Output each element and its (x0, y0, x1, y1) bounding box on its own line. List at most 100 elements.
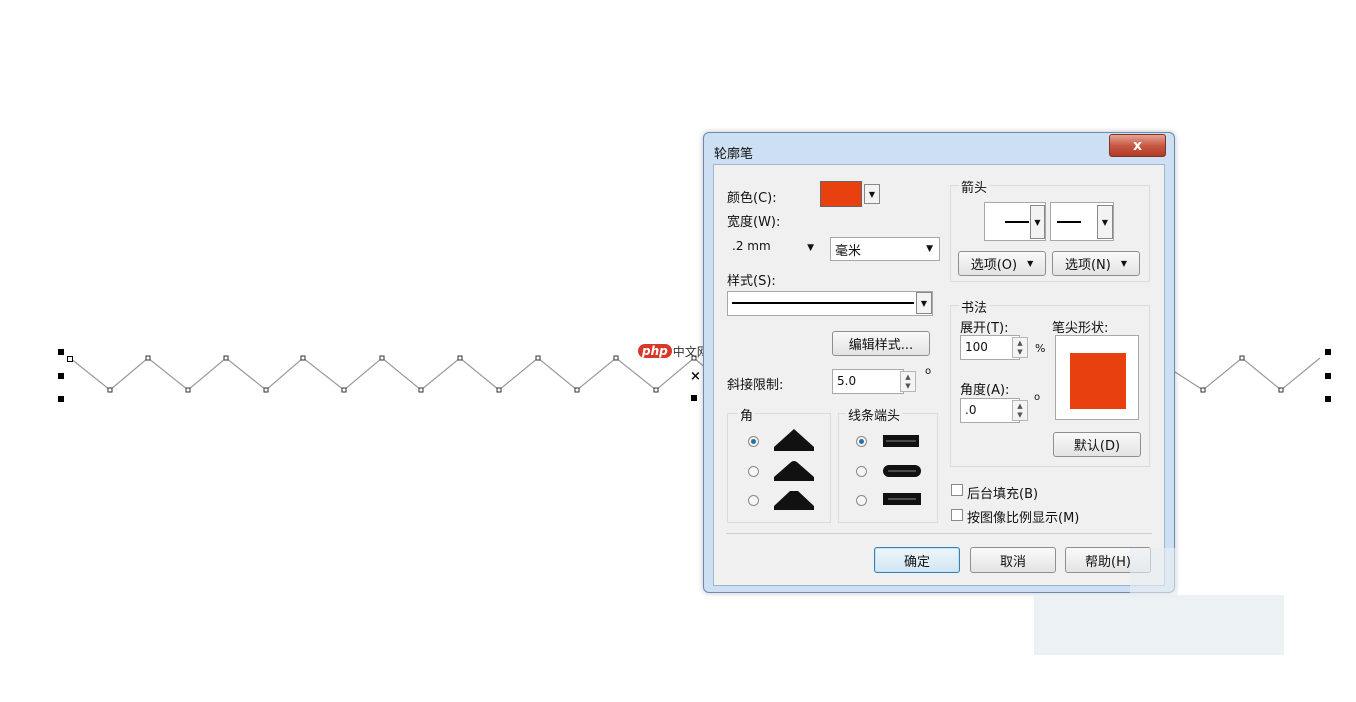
close-button[interactable]: x (1109, 134, 1166, 157)
watermark-logo: php (638, 344, 672, 358)
chevron-down-icon: ▼ (1120, 259, 1128, 268)
selection-handle-top-right[interactable] (1325, 349, 1331, 355)
cap-round-radio[interactable] (856, 466, 867, 477)
node-marker[interactable] (300, 355, 306, 361)
start-arrow-options-button[interactable]: 选项(O) ▼ (958, 251, 1046, 276)
color-swatch (820, 181, 862, 207)
node-marker[interactable] (185, 387, 191, 393)
nib-shape-label: 笔尖形状: (1052, 321, 1109, 336)
stretch-spinner[interactable]: ▲ ▼ (1012, 337, 1028, 358)
degree-symbol: o (925, 366, 932, 377)
butt-cap-icon (883, 435, 919, 447)
line-caps-group-label: 线条端头 (846, 405, 903, 424)
node-marker[interactable] (223, 355, 229, 361)
miter-limit-input[interactable]: 5.0 (832, 369, 904, 394)
dialog-title: 轮廓笔 (714, 147, 754, 162)
node-marker[interactable] (341, 387, 347, 393)
node-marker[interactable] (263, 387, 269, 393)
node-marker[interactable] (653, 387, 659, 393)
selection-handle-bottom-right[interactable] (1325, 396, 1331, 402)
selection-handle-bottom-center[interactable] (691, 395, 697, 401)
miter-spinner[interactable]: ▲ ▼ (900, 371, 916, 392)
line-style-select[interactable] (727, 291, 933, 316)
blur-artifact-small (1130, 548, 1178, 598)
start-node-marker[interactable] (67, 356, 73, 362)
node-marker[interactable] (496, 387, 502, 393)
end-arrow-preview (1057, 221, 1081, 223)
angle-degree-symbol: o (1034, 392, 1041, 403)
corners-group-label: 角 (738, 405, 756, 424)
node-marker[interactable] (418, 387, 424, 393)
behind-fill-checkbox[interactable] (951, 484, 963, 496)
corner-miter-radio[interactable] (748, 436, 759, 447)
cancel-button[interactable]: 取消 (970, 547, 1056, 573)
width-label: 宽度(W): (727, 215, 781, 230)
round-corner-icon (774, 461, 814, 481)
cap-square-radio[interactable] (856, 495, 867, 506)
chevron-down-icon: ▼ (1027, 259, 1034, 268)
bevel-corner-icon (774, 491, 814, 510)
color-label: 颜色(C): (727, 191, 777, 206)
ok-button[interactable]: 确定 (874, 547, 960, 573)
selection-handle-bottom-left[interactable] (58, 396, 64, 402)
start-arrow-dropdown-button[interactable]: ▼ (1030, 205, 1045, 239)
selection-handle-middle-right[interactable] (1325, 373, 1331, 379)
close-icon: x (1132, 137, 1143, 154)
button-row-separator (726, 533, 1152, 534)
scale-with-image-label: 按图像比例显示(M) (967, 511, 1080, 526)
zigzag-line-right (1171, 357, 1321, 391)
node-marker[interactable] (613, 355, 619, 361)
dialog-titlebar[interactable]: 轮廓笔 x (704, 133, 1174, 165)
chevron-down-icon: ▼ (807, 243, 814, 253)
stretch-label: 展开(T): (960, 321, 1009, 336)
selection-handle-top-left[interactable] (58, 349, 64, 355)
color-dropdown-button[interactable]: ▼ (864, 184, 880, 204)
node-marker[interactable] (1200, 387, 1206, 393)
angle-input[interactable]: .0 (960, 398, 1020, 423)
miter-limit-label: 斜接限制: (727, 378, 784, 393)
unit-select[interactable]: 毫米 ▼ (830, 237, 940, 261)
stretch-input[interactable]: 100 (960, 335, 1020, 360)
node-marker[interactable] (1239, 355, 1245, 361)
node-marker[interactable] (145, 355, 151, 361)
blur-artifact (1034, 595, 1284, 655)
edit-style-button[interactable]: 编辑样式... (832, 331, 930, 356)
node-marker[interactable] (107, 387, 113, 393)
nib-shape-preview[interactable] (1055, 335, 1139, 420)
node-marker[interactable] (457, 355, 463, 361)
miter-corner-icon (774, 429, 814, 451)
start-arrow-preview (1005, 221, 1029, 223)
end-arrow-dropdown-button[interactable]: ▼ (1097, 205, 1113, 239)
center-marker: × (690, 369, 701, 384)
style-dropdown-button[interactable]: ▼ (916, 292, 932, 314)
scale-with-image-checkbox[interactable] (951, 509, 963, 521)
default-nib-button[interactable]: 默认(D) (1053, 432, 1141, 457)
start-arrow-options-label: 选项(O) (970, 258, 1018, 273)
width-select[interactable]: .2 mm ▼ (727, 236, 823, 260)
end-arrow-options-button[interactable]: 选项(N) ▼ (1052, 251, 1140, 276)
color-picker[interactable]: ▼ (820, 181, 882, 207)
corner-round-radio[interactable] (748, 466, 759, 477)
corner-bevel-radio[interactable] (748, 495, 759, 506)
angle-spinner[interactable]: ▲ ▼ (1012, 400, 1028, 421)
cap-butt-radio[interactable] (856, 436, 867, 447)
angle-label: 角度(A): (960, 383, 1010, 398)
node-marker[interactable] (379, 355, 385, 361)
arrows-group-label: 箭头 (959, 177, 990, 196)
nib-square (1070, 353, 1126, 409)
square-cap-icon (883, 493, 921, 505)
outline-pen-dialog: 轮廓笔 x 颜色(C): ▼ 宽度(W): .2 mm ▼ 毫米 ▼ 样式(S)… (703, 132, 1175, 593)
node-marker[interactable] (1278, 387, 1284, 393)
percent-symbol: % (1035, 342, 1046, 355)
behind-fill-label: 后台填充(B) (967, 487, 1039, 502)
dialog-body: 颜色(C): ▼ 宽度(W): .2 mm ▼ 毫米 ▼ 样式(S): ▼ 编辑… (713, 164, 1165, 586)
unit-value: 毫米 (835, 244, 862, 259)
end-arrow-options-label: 选项(N) (1064, 258, 1111, 273)
style-label: 样式(S): (727, 274, 776, 289)
width-value: .2 mm (732, 239, 771, 253)
node-marker[interactable] (535, 355, 541, 361)
site-watermark: php 中文网 (638, 343, 709, 359)
node-marker[interactable] (574, 387, 580, 393)
selection-handle-middle-left[interactable] (58, 373, 64, 379)
round-cap-icon (883, 465, 921, 477)
